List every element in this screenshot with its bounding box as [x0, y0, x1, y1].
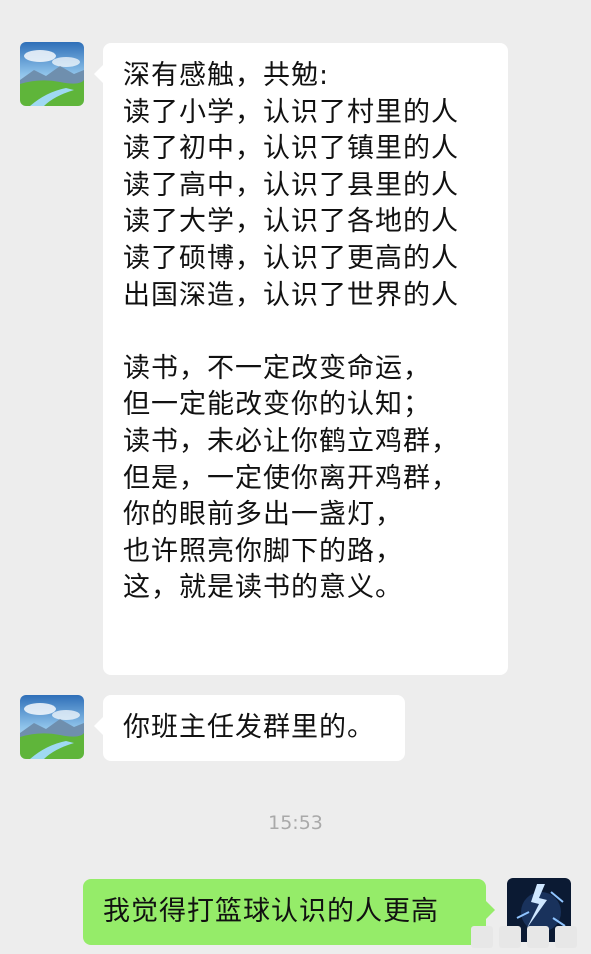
- contact-avatar[interactable]: [20, 695, 84, 759]
- message-bubble-3[interactable]: 我觉得打篮球认识的人更高: [83, 879, 495, 945]
- message-line: 读了高中，认识了县里的人: [123, 169, 459, 201]
- message-line: 读了大学，认识了各地的人: [123, 206, 459, 238]
- bubble-tail: [486, 901, 495, 919]
- message-line: 出国深造，认识了世界的人: [123, 279, 459, 311]
- message-line: 深有感触，共勉:: [123, 60, 330, 91]
- message-line: 读了初中，认识了镇里的人: [123, 133, 459, 165]
- landscape-avatar-icon: [20, 695, 84, 759]
- message-line: 你的眼前多出一盏灯，: [123, 499, 403, 531]
- message-text: 深有感触，共勉: 读了小学，认识了村里的人 读了初中，认识了镇里的人 读了高中，认识了…: [123, 58, 459, 607]
- message-text: 你班主任发群里的。: [123, 712, 375, 743]
- message-line: 读书，未必让你鹤立鸡群，: [123, 425, 459, 457]
- bubble-tail: [94, 65, 103, 83]
- watermark-block: [527, 926, 549, 948]
- message-bubble-1[interactable]: 深有感触，共勉: 读了小学，认识了村里的人 读了初中，认识了镇里的人 读了高中，认识了…: [94, 43, 508, 675]
- landscape-avatar-icon: [20, 42, 84, 106]
- message-text: 我觉得打篮球认识的人更高: [103, 896, 439, 927]
- watermark-block: [499, 926, 521, 948]
- message-line: 也许照亮你脚下的路，: [123, 535, 403, 567]
- watermark-block: [555, 926, 577, 948]
- message-line: 读了小学，认识了村里的人: [123, 96, 459, 128]
- blank-line: [123, 314, 459, 351]
- message-timestamp: 15:53: [268, 812, 323, 834]
- message-line: 读了硕博，认识了更高的人: [123, 242, 459, 274]
- message-line: 但是，一定使你离开鸡群，: [123, 462, 459, 494]
- message-line: 但一定能改变你的认知；: [123, 389, 431, 421]
- contact-avatar[interactable]: [20, 42, 84, 106]
- watermark: [471, 926, 577, 948]
- message-line: 读书，不一定改变命运，: [123, 352, 431, 384]
- watermark-block: [471, 926, 493, 948]
- bubble-tail: [94, 717, 103, 735]
- message-bubble-2[interactable]: 你班主任发群里的。: [94, 695, 405, 761]
- message-line: 这，就是读书的意义。: [123, 572, 403, 604]
